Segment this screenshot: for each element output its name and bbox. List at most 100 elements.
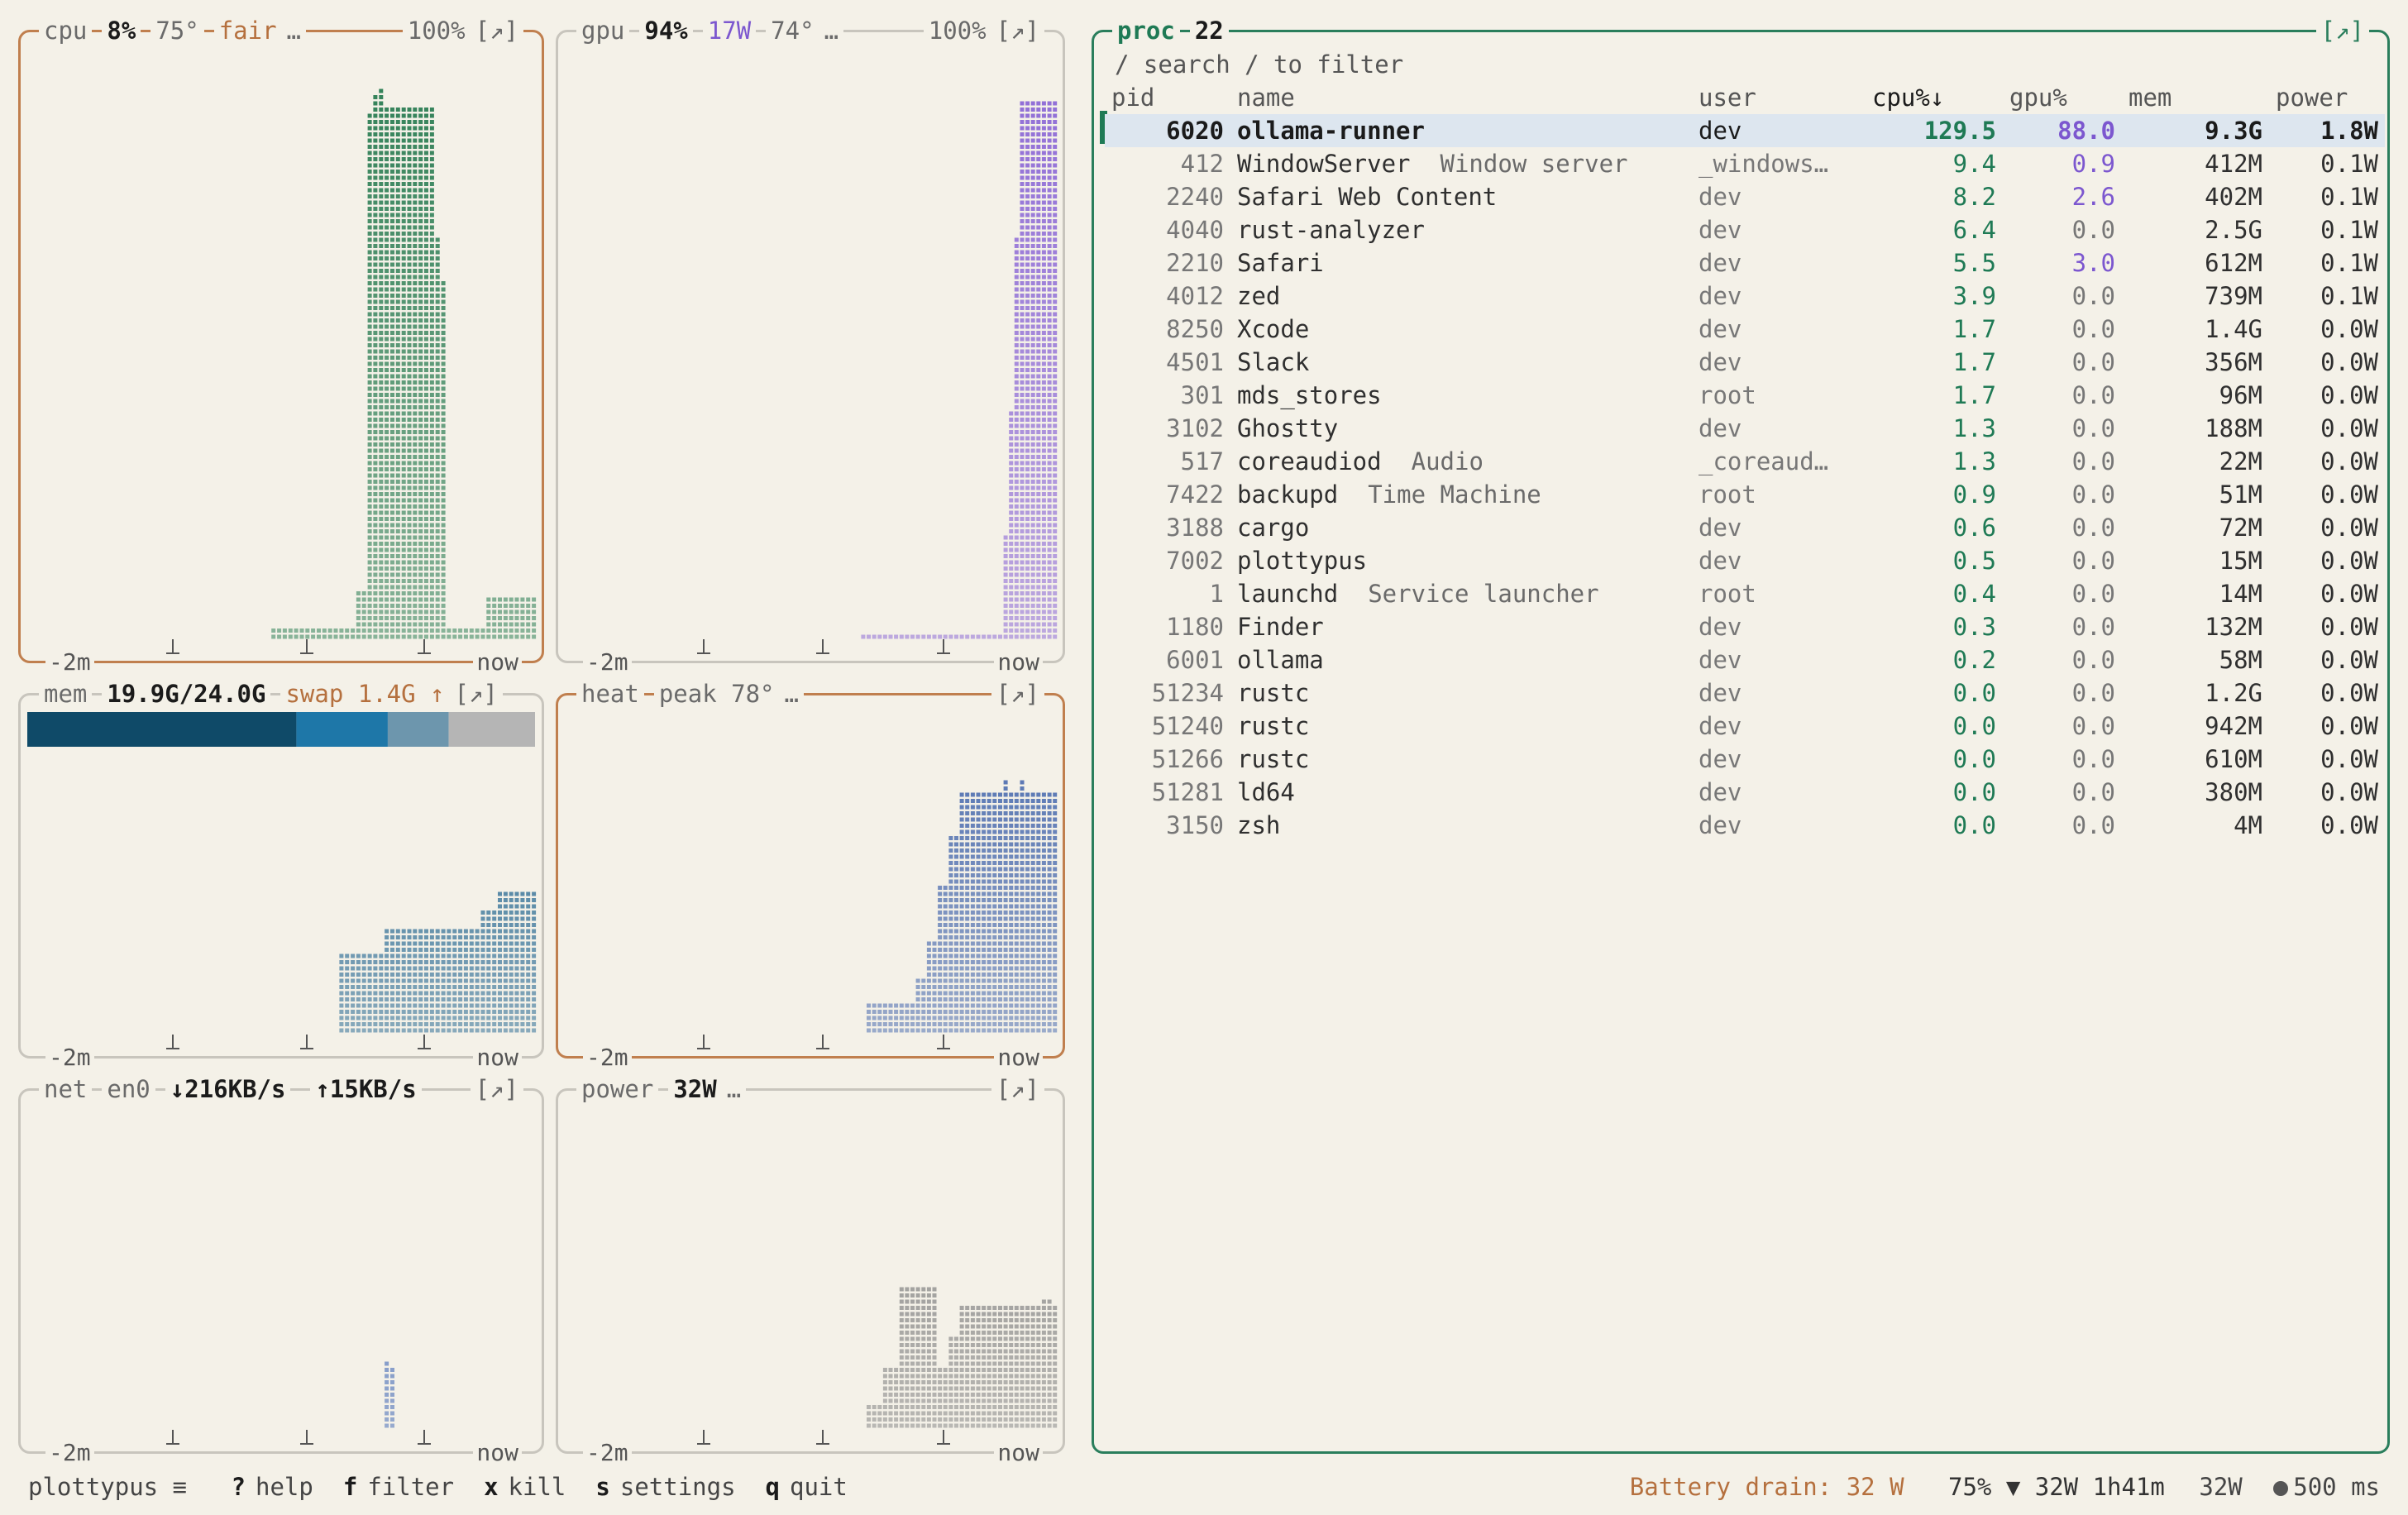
col-pid[interactable]: pid bbox=[1105, 81, 1230, 114]
cpu-chart-dot bbox=[373, 287, 378, 292]
mem-chart-dot bbox=[401, 1028, 406, 1033]
mem-chart-dot bbox=[435, 953, 440, 958]
power-chart-dot bbox=[948, 1386, 953, 1391]
gpu-chart-dot bbox=[1041, 566, 1046, 571]
search-hint[interactable]: / search / to filter bbox=[1115, 48, 1403, 81]
table-row[interactable]: 51281 ld64 dev 0.0 0.0 380M 0.0W bbox=[1105, 776, 2385, 809]
cpu-chart-dot bbox=[395, 542, 400, 546]
heat-chart-dot bbox=[965, 886, 970, 890]
mem-chart-dot bbox=[498, 923, 502, 927]
gpu-chart-dot bbox=[1025, 312, 1030, 317]
net-chart-dot bbox=[390, 1398, 394, 1403]
key-label-quit[interactable]: quit bbox=[790, 1473, 848, 1501]
table-row[interactable]: 51266 rustc dev 0.0 0.0 610M 0.0W bbox=[1105, 743, 2385, 776]
heat-chart-dot bbox=[959, 861, 964, 865]
power-chart-dot bbox=[910, 1336, 915, 1341]
heat-chart-dot bbox=[965, 792, 970, 797]
col-cpu[interactable]: cpu%↓ bbox=[1866, 81, 2003, 114]
gpu-chart-dot bbox=[1030, 151, 1035, 155]
mem-chart-dot bbox=[503, 953, 508, 958]
table-row[interactable]: 4501 Slack dev 1.7 0.0 356M 0.0W bbox=[1105, 346, 2385, 379]
table-row[interactable]: 3150 zsh dev 0.0 0.0 4M 0.0W bbox=[1105, 809, 2385, 842]
key-label-kill[interactable]: kill bbox=[509, 1473, 566, 1501]
power-chart-dot bbox=[1014, 1423, 1019, 1428]
gpu-chart-dot bbox=[1047, 523, 1052, 528]
heat-chart-dot bbox=[998, 867, 1002, 872]
mem-chart-dot bbox=[492, 1028, 497, 1033]
gpu-expand-button[interactable]: [↗] bbox=[991, 14, 1044, 47]
table-row[interactable]: 51234 rustc dev 0.0 0.0 1.2G 0.0W bbox=[1105, 676, 2385, 710]
table-row[interactable]: 2210 Safari dev 5.5 3.0 612M 0.1W bbox=[1105, 246, 2385, 280]
gpu-chart-dot bbox=[1041, 262, 1046, 267]
gpu-chart-dot bbox=[1047, 113, 1052, 118]
table-row[interactable]: 2240 Safari Web Content dev 8.2 2.6 402M 0.1W bbox=[1105, 180, 2385, 213]
power-expand-button[interactable]: [↗] bbox=[991, 1073, 1044, 1106]
row-cpu: 129.5 bbox=[1866, 114, 2003, 147]
cpu-chart-dot bbox=[390, 498, 394, 503]
key-quit[interactable]: q bbox=[766, 1473, 780, 1501]
power-chart-dot bbox=[987, 1398, 991, 1403]
col-mem[interactable]: mem bbox=[2122, 81, 2269, 114]
cpu-chart-dot bbox=[418, 299, 423, 304]
heat-chart-dot bbox=[938, 991, 943, 996]
mem-chart-dot bbox=[424, 929, 428, 934]
key-filter[interactable]: f bbox=[343, 1473, 357, 1501]
key-label-filter[interactable]: filter bbox=[367, 1473, 454, 1501]
gpu-chart-dot bbox=[1030, 436, 1035, 441]
table-row[interactable]: 6001 ollama dev 0.2 0.0 58M 0.0W bbox=[1105, 643, 2385, 676]
cpu-chart-dot bbox=[401, 312, 406, 317]
table-row[interactable]: 1 launchd Service launcher root 0.4 0.0 14M 0.0… bbox=[1105, 577, 2385, 610]
refresh-interval[interactable]: 500 ms bbox=[2293, 1473, 2380, 1501]
table-row[interactable]: 3188 cargo dev 0.6 0.0 72M 0.0W bbox=[1105, 511, 2385, 544]
table-row[interactable]: 412 WindowServer Window server _windows… 9.4… bbox=[1105, 147, 2385, 180]
heat-chart-dot bbox=[1014, 960, 1019, 964]
heat-chart-dot bbox=[1020, 824, 1025, 828]
key-kill[interactable]: x bbox=[484, 1473, 498, 1501]
mem-chart-dot bbox=[356, 985, 361, 989]
table-row[interactable]: 517 coreaudiod Audio _coreaud… 1.3 0.0 22M 0.0W bbox=[1105, 445, 2385, 478]
table-row[interactable]: 3102 Ghostty dev 1.3 0.0 188M 0.0W bbox=[1105, 412, 2385, 445]
col-name[interactable]: name bbox=[1230, 81, 1692, 114]
table-row[interactable]: 7422 backupd Time Machine root 0.9 0.0 51M 0.0W bbox=[1105, 478, 2385, 511]
table-row[interactable]: 6020 ollama-runner dev 129.5 88.0 9.3G 1.8W bbox=[1105, 114, 2385, 147]
mem-expand-button[interactable]: [↗] bbox=[449, 677, 503, 710]
col-user[interactable]: user bbox=[1692, 81, 1866, 114]
table-row[interactable]: 4012 zed dev 3.9 0.0 739M 0.1W bbox=[1105, 280, 2385, 313]
key-settings[interactable]: s bbox=[595, 1473, 609, 1501]
mem-chart-dot bbox=[407, 991, 412, 996]
gpu-chart-dot bbox=[1053, 262, 1058, 267]
table-row[interactable]: 4040 rust-analyzer dev 6.4 0.0 2.5G 0.1W bbox=[1105, 213, 2385, 246]
mem-chart-dot bbox=[458, 966, 463, 971]
table-row[interactable]: 51240 rustc dev 0.0 0.0 942M 0.0W bbox=[1105, 710, 2385, 743]
heat-chart-dot bbox=[1041, 817, 1046, 822]
gpu-chart-dot bbox=[1014, 504, 1019, 509]
key-help[interactable]: ? bbox=[232, 1473, 246, 1501]
power-chart-dot bbox=[899, 1417, 904, 1422]
table-row[interactable]: 1180 Finder dev 0.3 0.0 132M 0.0W bbox=[1105, 610, 2385, 643]
table-row[interactable]: 8250 Xcode dev 1.7 0.0 1.4G 0.0W bbox=[1105, 313, 2385, 346]
table-row[interactable]: 301 mds_stores root 1.7 0.0 96M 0.0W bbox=[1105, 379, 2385, 412]
app-menu[interactable]: plottypus ≡ bbox=[28, 1473, 187, 1501]
heat-chart-dot bbox=[1009, 978, 1014, 983]
cpu-chart-dot bbox=[503, 604, 508, 608]
net-expand-button[interactable]: [↗] bbox=[470, 1073, 523, 1106]
mem-chart-dot bbox=[463, 973, 468, 977]
gpu-chart-dot bbox=[1041, 517, 1046, 521]
row-name: rustc bbox=[1230, 743, 1692, 776]
gpu-chart-dot bbox=[1053, 405, 1058, 409]
key-label-help[interactable]: help bbox=[256, 1473, 313, 1501]
power-chart-dot bbox=[970, 1368, 975, 1372]
col-gpu[interactable]: gpu% bbox=[2003, 81, 2122, 114]
cpu-chart-dot bbox=[418, 579, 423, 583]
cpu-chart-dot bbox=[435, 628, 440, 633]
cpu-expand-button[interactable]: [↗] bbox=[470, 14, 523, 47]
table-row[interactable]: 7002 plottypus dev 0.5 0.0 15M 0.0W bbox=[1105, 544, 2385, 577]
mem-chart-dot bbox=[435, 1010, 440, 1014]
proc-expand-button[interactable]: [↗] bbox=[2315, 14, 2369, 47]
mem-chart-dot bbox=[424, 997, 428, 1001]
heat-expand-button[interactable]: [↗] bbox=[991, 677, 1044, 710]
key-label-settings[interactable]: settings bbox=[620, 1473, 736, 1501]
col-power[interactable]: power bbox=[2269, 81, 2385, 114]
power-chart-dot bbox=[1003, 1312, 1008, 1317]
cpu-chart-dot bbox=[395, 108, 400, 112]
